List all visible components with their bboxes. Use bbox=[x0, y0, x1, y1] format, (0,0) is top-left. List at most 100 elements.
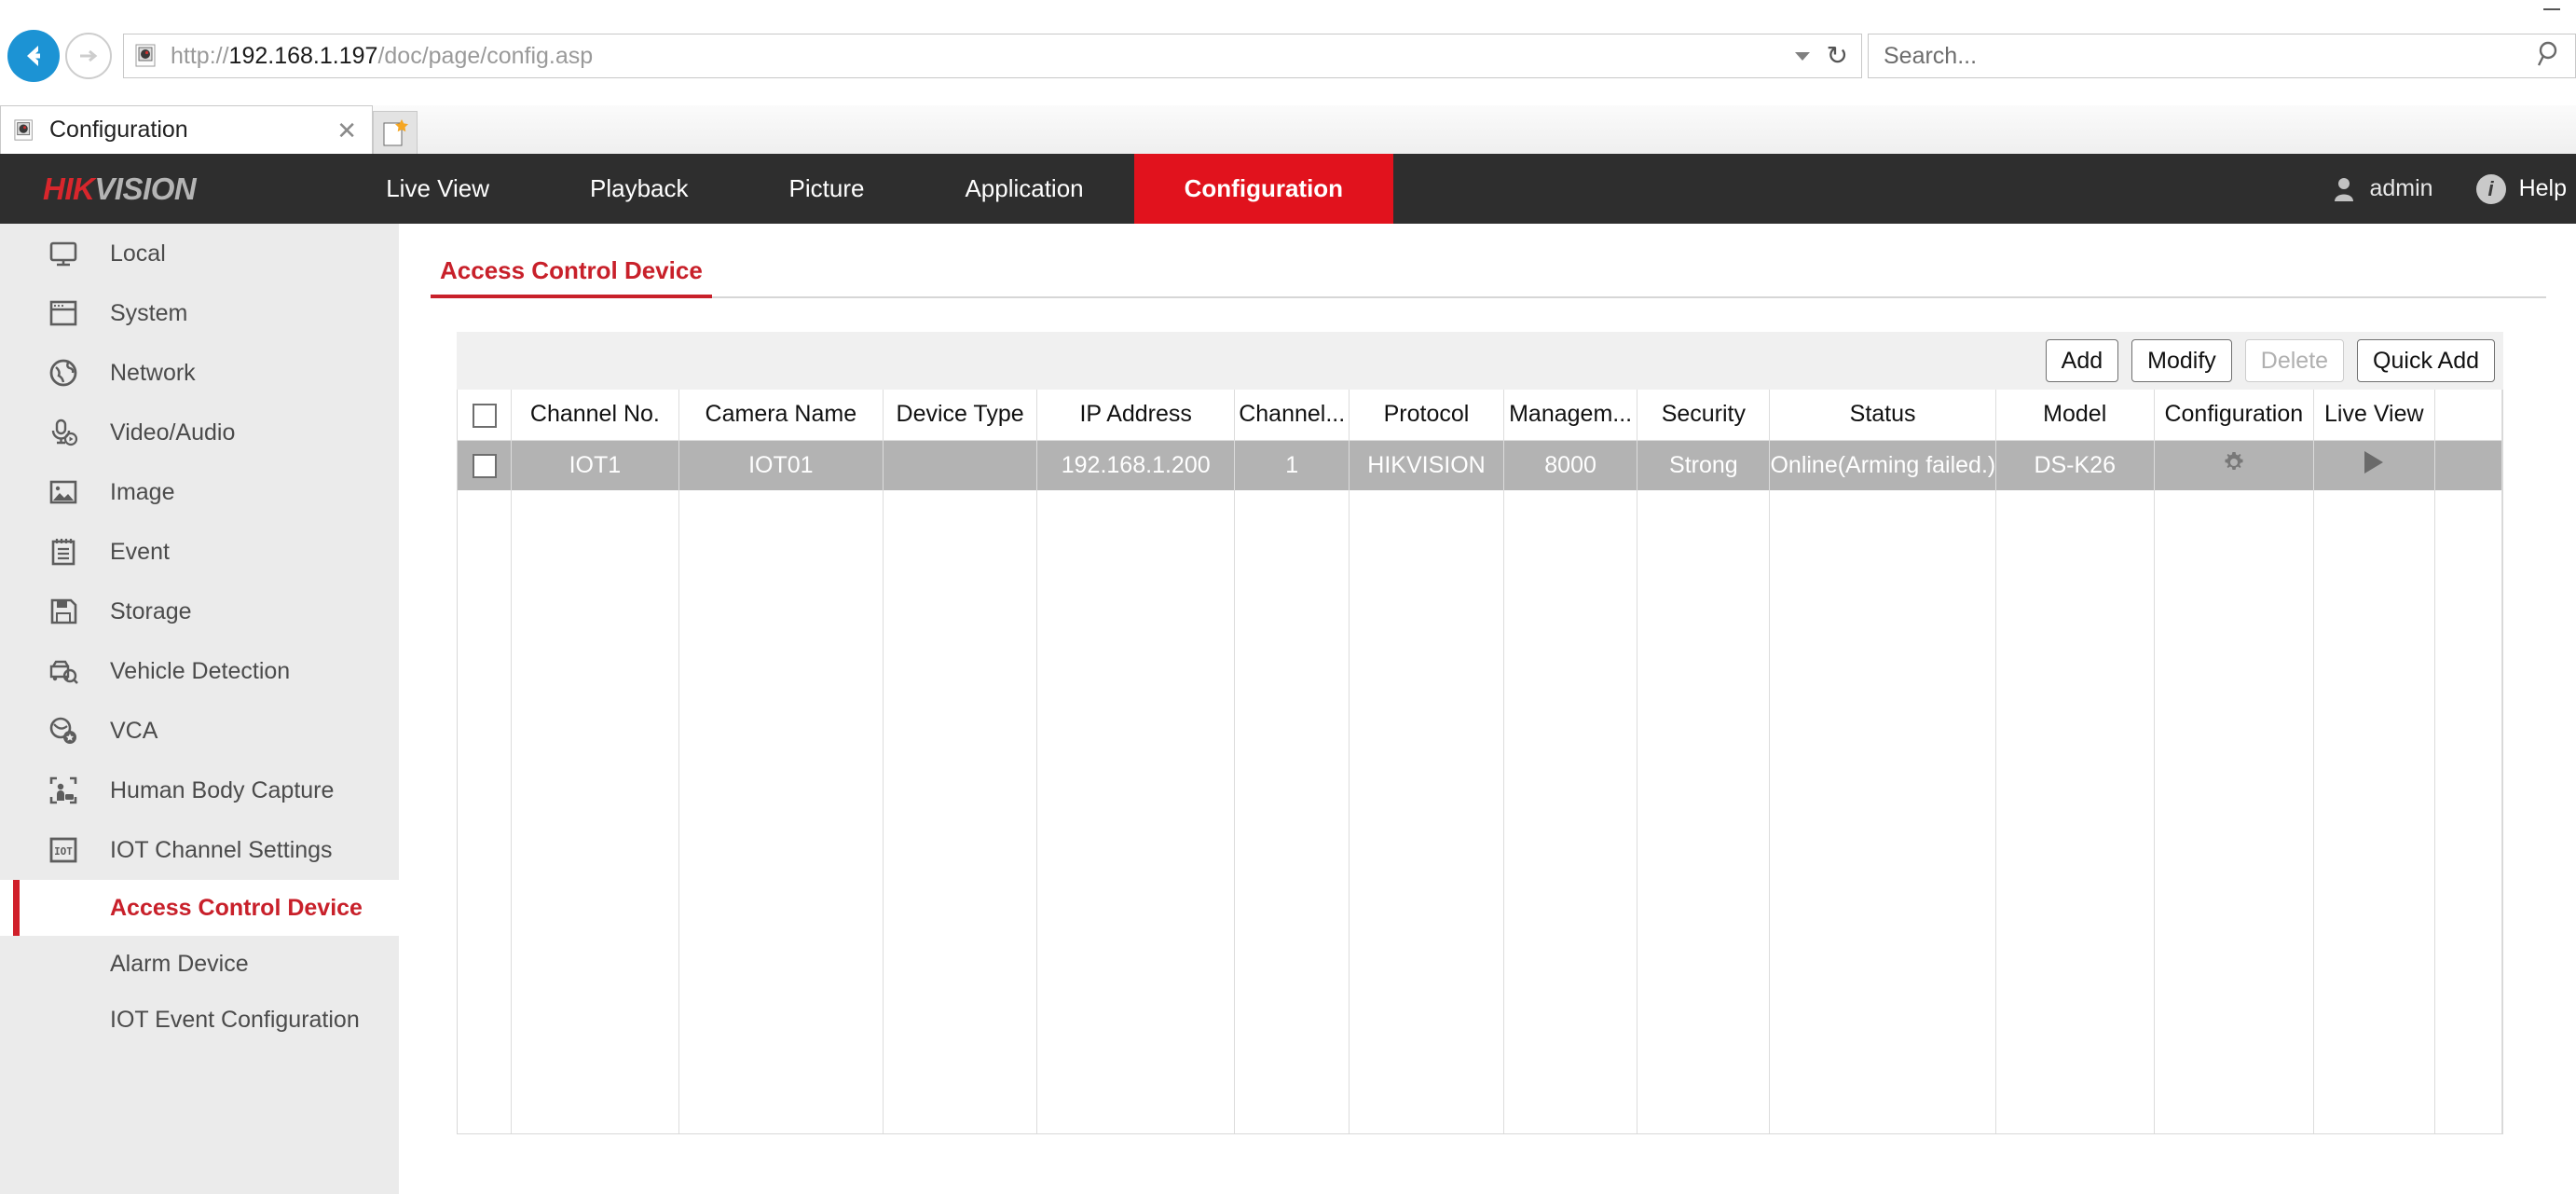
column-header-ip-address[interactable]: IP Address bbox=[1036, 390, 1236, 441]
content-tabbar: Access Control Device bbox=[431, 246, 2546, 298]
sidebar-item-local[interactable]: Local bbox=[0, 224, 399, 283]
forward-arrow-icon bbox=[80, 49, 98, 62]
sidebar-item-human-body-capture[interactable]: Human Body Capture bbox=[0, 761, 399, 820]
table-header-row: Channel No. Camera Name Device Type IP A… bbox=[458, 390, 2503, 441]
cell-channel: 1 bbox=[1234, 440, 1350, 490]
modify-button[interactable]: Modify bbox=[2131, 339, 2232, 382]
back-button[interactable] bbox=[7, 30, 60, 82]
vca-icon bbox=[45, 712, 82, 749]
app-header: HIKVISION Live View Playback Picture App… bbox=[0, 154, 2576, 224]
sidebar-item-iot-event-configuration[interactable]: IOT Event Configuration bbox=[0, 992, 399, 1048]
column-header-live-view[interactable]: Live View bbox=[2313, 390, 2435, 441]
column-header-channel[interactable]: Channel... bbox=[1234, 390, 1350, 441]
nav-item-playback[interactable]: Playback bbox=[540, 154, 739, 224]
gear-icon[interactable] bbox=[2221, 449, 2247, 482]
table-empty-area bbox=[458, 490, 2503, 1133]
sidebar-item-video-audio[interactable]: Video/Audio bbox=[0, 403, 399, 462]
address-bar[interactable]: http://192.168.1.197/doc/page/config.asp… bbox=[123, 34, 1862, 78]
forward-button[interactable] bbox=[65, 33, 112, 79]
search-icon[interactable] bbox=[2534, 38, 2566, 75]
sidebar-item-alarm-device[interactable]: Alarm Device bbox=[0, 936, 399, 992]
select-all-checkbox[interactable] bbox=[472, 403, 497, 428]
sidebar-item-event[interactable]: Event bbox=[0, 522, 399, 582]
cell-camera-name: IOT01 bbox=[678, 440, 884, 490]
monitor-icon bbox=[45, 235, 82, 272]
add-button[interactable]: Add bbox=[2045, 339, 2119, 382]
nav-item-live-view[interactable]: Live View bbox=[336, 154, 540, 224]
sidebar-item-system[interactable]: System bbox=[0, 283, 399, 343]
sidebar-subitem-label: Access Control Device bbox=[110, 894, 363, 921]
column-header-protocol[interactable]: Protocol bbox=[1349, 390, 1504, 441]
header-right-actions: admin i Help bbox=[2332, 173, 2576, 204]
tab-close-icon[interactable]: ✕ bbox=[336, 118, 357, 143]
address-bar-actions: ↻ bbox=[1794, 43, 1861, 69]
address-bar-url: http://192.168.1.197/doc/page/config.asp bbox=[171, 42, 594, 69]
browser-chrome: http://192.168.1.197/doc/page/config.asp… bbox=[0, 0, 2576, 154]
picture-icon bbox=[45, 473, 82, 511]
sidebar-item-label: System bbox=[110, 299, 188, 326]
sidebar-item-label: Image bbox=[110, 478, 175, 505]
column-header-channel-no[interactable]: Channel No. bbox=[511, 390, 679, 441]
column-header-camera-name[interactable]: Camera Name bbox=[678, 390, 884, 441]
sidebar-item-iot-channel-settings[interactable]: IOT IOT Channel Settings bbox=[0, 820, 399, 880]
nav-item-application[interactable]: Application bbox=[914, 154, 1133, 224]
column-header-status[interactable]: Status bbox=[1769, 390, 1996, 441]
main-content: Access Control Device Add Modify Delete … bbox=[399, 224, 2576, 1194]
tab-favicon-icon bbox=[14, 118, 36, 142]
user-menu[interactable]: admin bbox=[2332, 175, 2433, 202]
sidebar-item-label: IOT Channel Settings bbox=[110, 836, 333, 863]
hikvision-logo[interactable]: HIKVISION bbox=[43, 172, 197, 207]
page-favicon-icon bbox=[135, 44, 159, 68]
search-box[interactable]: Search... bbox=[1868, 34, 2576, 78]
cell-channel-no: IOT1 bbox=[511, 440, 679, 490]
microphone-icon bbox=[45, 414, 82, 451]
device-toolbar: Add Modify Delete Quick Add bbox=[457, 332, 2503, 390]
user-icon bbox=[2332, 176, 2356, 202]
address-dropdown-icon[interactable] bbox=[1794, 51, 1810, 61]
notepad-icon bbox=[45, 533, 82, 570]
cell-security: Strong bbox=[1637, 440, 1771, 490]
play-icon[interactable] bbox=[2364, 450, 2384, 473]
floppy-disk-icon bbox=[45, 593, 82, 630]
cell-status: Online(Arming failed.) bbox=[1769, 440, 1996, 490]
sidebar-item-label: Human Body Capture bbox=[110, 776, 335, 803]
sidebar-item-label: Event bbox=[110, 538, 170, 565]
sidebar-item-label: Network bbox=[110, 359, 196, 386]
tab-access-control-device[interactable]: Access Control Device bbox=[431, 246, 712, 298]
browser-navigation-row: http://192.168.1.197/doc/page/config.asp… bbox=[0, 28, 2576, 84]
window-icon bbox=[45, 295, 82, 332]
nav-item-picture[interactable]: Picture bbox=[739, 154, 915, 224]
quick-add-button[interactable]: Quick Add bbox=[2357, 339, 2495, 382]
browser-tab-configuration[interactable]: Configuration ✕ bbox=[0, 105, 373, 154]
sidebar-item-storage[interactable]: Storage bbox=[0, 582, 399, 641]
column-header-management-port[interactable]: Managem... bbox=[1503, 390, 1638, 441]
device-table-container: Channel No. Camera Name Device Type IP A… bbox=[457, 390, 2503, 1134]
sidebar-subitem-label: IOT Event Configuration bbox=[110, 1006, 360, 1033]
tab-strip: Configuration ✕ bbox=[0, 105, 2576, 154]
row-checkbox[interactable] bbox=[472, 454, 497, 479]
sidebar-item-label: Local bbox=[110, 240, 166, 267]
cell-device-type bbox=[883, 440, 1038, 490]
sidebar-item-vehicle-detection[interactable]: Vehicle Detection bbox=[0, 641, 399, 701]
sidebar-item-access-control-device[interactable]: Access Control Device bbox=[0, 880, 399, 936]
help-link[interactable]: i Help bbox=[2475, 173, 2567, 204]
cell-live-view bbox=[2313, 440, 2435, 490]
minimize-icon bbox=[2543, 8, 2560, 10]
nav-item-configuration[interactable]: Configuration bbox=[1133, 154, 1394, 224]
cell-configuration bbox=[2154, 440, 2314, 490]
reload-icon[interactable]: ↻ bbox=[1827, 43, 1848, 69]
device-table: Channel No. Camera Name Device Type IP A… bbox=[458, 390, 2503, 1133]
vehicle-search-icon bbox=[45, 652, 82, 690]
column-header-model[interactable]: Model bbox=[1995, 390, 2155, 441]
table-row[interactable]: IOT1 IOT01 192.168.1.200 1 HIKVISION 800… bbox=[458, 440, 2503, 490]
sidebar-item-network[interactable]: Network bbox=[0, 343, 399, 403]
minimize-button[interactable] bbox=[2528, 0, 2576, 24]
column-header-security[interactable]: Security bbox=[1637, 390, 1771, 441]
new-tab-button[interactable] bbox=[373, 111, 418, 154]
column-header-configuration[interactable]: Configuration bbox=[2154, 390, 2314, 441]
sidebar-item-vca[interactable]: VCA bbox=[0, 701, 399, 761]
column-header-device-type[interactable]: Device Type bbox=[883, 390, 1038, 441]
device-panel: Add Modify Delete Quick Add Channel No. … bbox=[457, 332, 2503, 1134]
sidebar-item-image[interactable]: Image bbox=[0, 462, 399, 522]
sidebar-subitem-label: Alarm Device bbox=[110, 950, 249, 977]
